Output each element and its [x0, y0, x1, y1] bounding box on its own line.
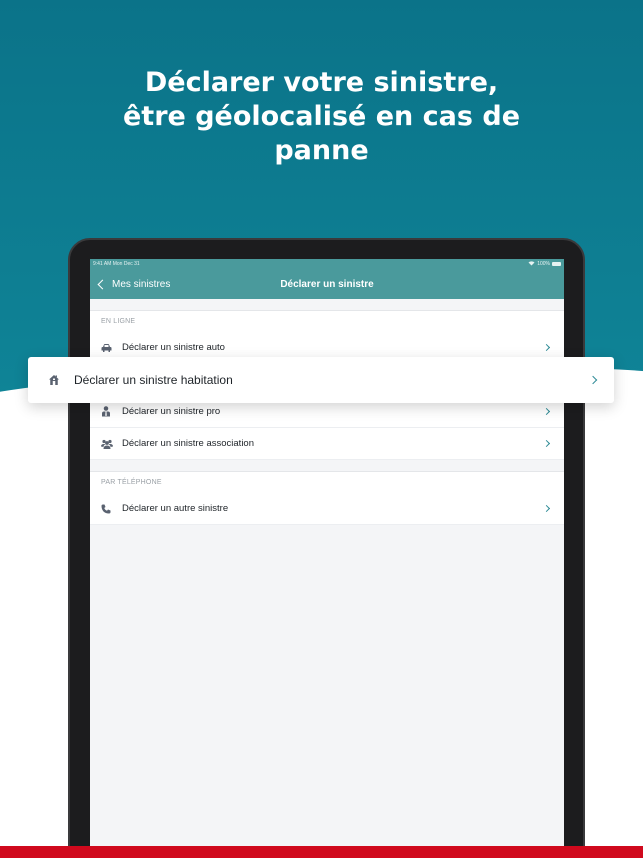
- section-header-phone: PAR TÉLÉPHONE: [90, 471, 564, 493]
- list-item-habitation[interactable]: Déclarer un sinistre habitation: [28, 357, 614, 403]
- chevron-right-icon: [542, 439, 551, 448]
- section-header-online: EN LIGNE: [90, 310, 564, 332]
- battery-percent: 100%: [537, 261, 550, 267]
- battery-icon: [552, 262, 561, 266]
- list-item-label: Déclarer un sinistre association: [122, 438, 255, 449]
- chevron-right-icon: [588, 375, 598, 385]
- section-gap: [90, 299, 564, 310]
- chevron-right-icon: [542, 504, 551, 513]
- chevron-left-icon: [97, 279, 108, 289]
- navigation-bar: Mes sinistres Déclarer un sinistre: [90, 269, 564, 299]
- back-label: Mes sinistres: [112, 278, 171, 290]
- headline-line-2: être géolocalisé en cas de: [122, 101, 521, 132]
- phone-icon: [101, 504, 122, 514]
- headline-line-1: Déclarer votre sinistre,: [144, 67, 499, 98]
- car-icon: [101, 343, 122, 353]
- status-time: 9:41 AM Mon Dec 31: [93, 261, 140, 267]
- status-indicators: 100%: [528, 260, 561, 268]
- wifi-icon: [528, 260, 535, 268]
- list-item-label: Déclarer un sinistre auto: [122, 342, 225, 353]
- tablet-screen: 9:41 AM Mon Dec 31 100% Mes sinistres Dé…: [90, 259, 564, 858]
- list-item-association[interactable]: Déclarer un sinistre association: [90, 428, 564, 460]
- promo-headline: Déclarer votre sinistre, être géolocalis…: [60, 66, 583, 168]
- group-icon: [101, 439, 122, 449]
- status-bar: 9:41 AM Mon Dec 31 100%: [90, 259, 564, 269]
- house-icon: [48, 374, 74, 386]
- brand-bottom-bar: [0, 846, 643, 858]
- list-item-label: Déclarer un autre sinistre: [122, 503, 229, 514]
- professional-icon: [101, 406, 122, 417]
- back-button[interactable]: Mes sinistres: [96, 269, 170, 299]
- headline-line-3: panne: [274, 135, 369, 166]
- list-item-other[interactable]: Déclarer un autre sinistre: [90, 493, 564, 525]
- list-item-label: Déclarer un sinistre pro: [122, 406, 221, 417]
- list-item-label: Déclarer un sinistre habitation: [74, 373, 233, 387]
- chevron-right-icon: [542, 407, 551, 416]
- chevron-right-icon: [542, 343, 551, 352]
- section-gap: [90, 460, 564, 471]
